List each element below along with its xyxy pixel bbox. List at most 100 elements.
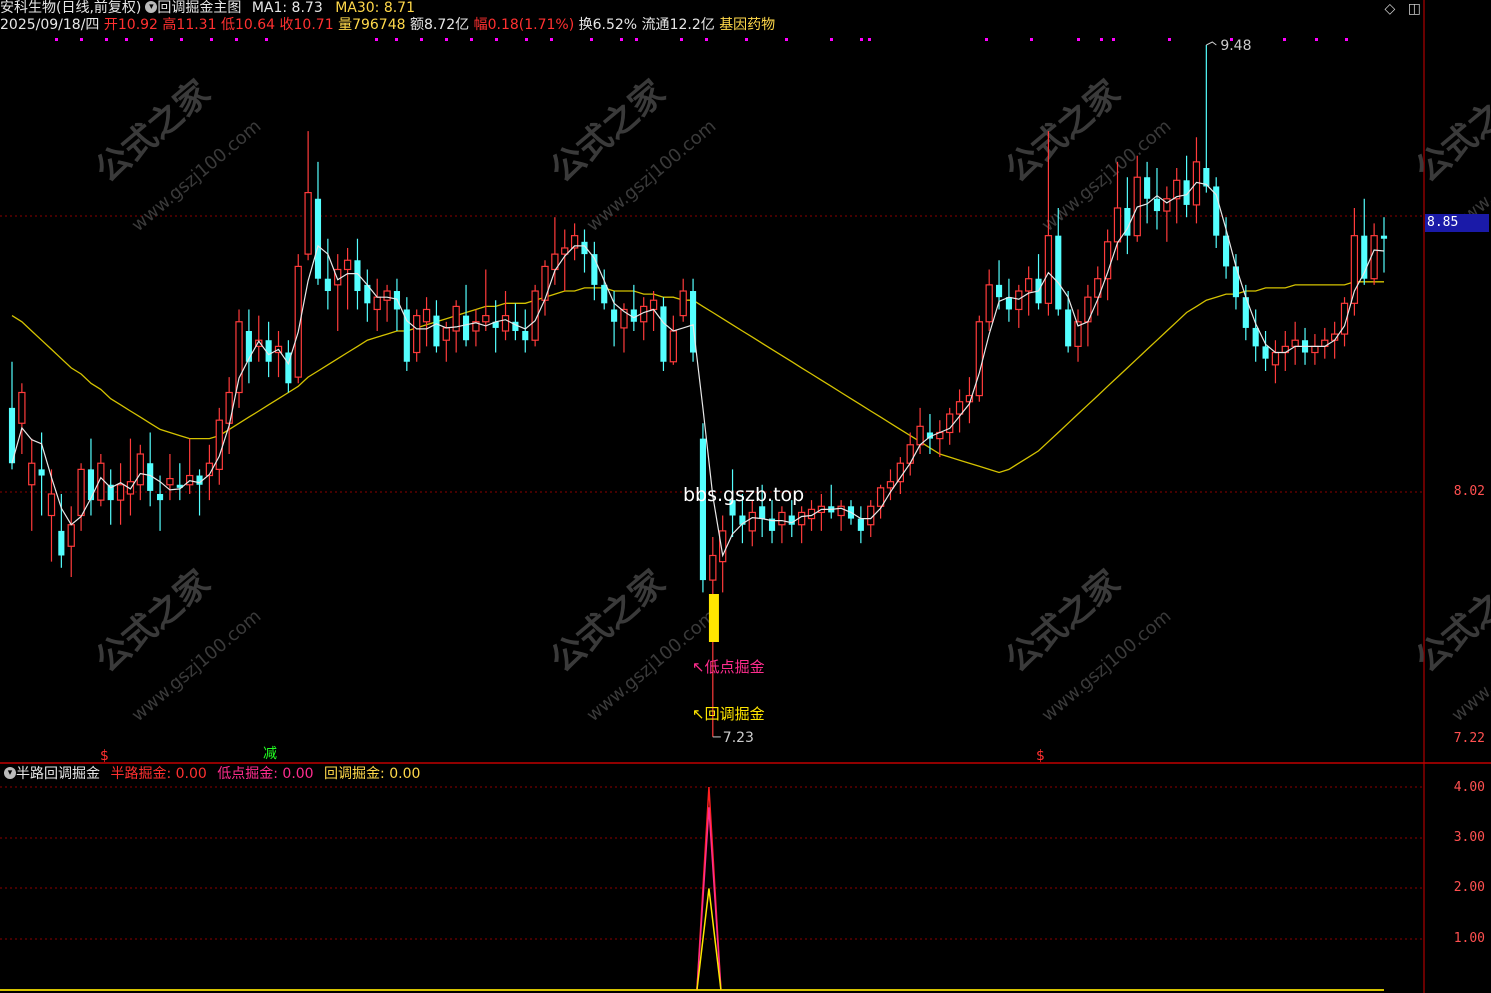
candle-body: [1252, 327, 1259, 347]
indicator-axis-label: 4.00: [1453, 780, 1485, 795]
candle-body: [759, 506, 766, 519]
candle-body: [1271, 351, 1280, 366]
candle-body: [1005, 297, 1012, 310]
candle-body: [876, 487, 885, 507]
candle-body: [669, 330, 677, 363]
candle-body: [58, 530, 65, 556]
indicator-name[interactable]: 半路回调掘金: [16, 766, 100, 782]
line1-label: 半路掘金: [110, 766, 167, 782]
candle-body: [916, 425, 924, 446]
signal-dot: [265, 38, 268, 41]
signal-dot: [705, 38, 708, 41]
signal-dot: [80, 38, 83, 41]
candle-body: [235, 321, 243, 394]
candle-body: [116, 484, 125, 501]
candle-body: [837, 505, 845, 517]
price-chart[interactable]: 公式之家www.gszj100.com 公式之家www.gszj100.com 公式…: [0, 0, 1491, 993]
candle-body: [245, 330, 252, 362]
s-marker: $: [100, 748, 109, 764]
line3-value: : 0.00: [380, 766, 421, 782]
signal-dot: [1283, 38, 1286, 41]
signal-dot: [445, 38, 448, 41]
candle-body: [1153, 198, 1161, 212]
candle-body: [1015, 290, 1023, 311]
candle-body: [47, 493, 56, 517]
candle-body: [1291, 339, 1299, 347]
candle-body: [1144, 177, 1151, 199]
candle-body: [136, 453, 144, 486]
high-mark-label: 9.48: [1220, 38, 1251, 54]
candle-body: [748, 511, 756, 532]
candle-body: [77, 468, 85, 517]
candle-body: [1380, 235, 1388, 239]
candle-body: [788, 515, 795, 525]
candle-body: [383, 290, 391, 301]
indicator-axis-label: 1.00: [1453, 931, 1485, 946]
signal-pullback-label: ↖回调掘金: [692, 705, 765, 723]
candle-body: [1370, 235, 1378, 280]
line2-value: : 0.00: [273, 766, 314, 782]
signal-dot: [55, 38, 58, 41]
candle-body: [343, 259, 352, 271]
signal-low-label: ↖低点掘金: [692, 658, 765, 676]
watermark-text: 公式之家: [1408, 73, 1491, 191]
candle-body: [1232, 266, 1240, 298]
candle-body: [304, 192, 312, 255]
signal-dot: [470, 38, 473, 41]
candle-body: [995, 284, 1003, 298]
signal-dot: [985, 38, 988, 41]
candle-body: [709, 554, 717, 581]
candle-body: [601, 284, 608, 304]
signal-dot: [420, 38, 423, 41]
candle-body: [1113, 207, 1122, 243]
candle-body: [1044, 235, 1053, 304]
signal-dot: [1345, 38, 1348, 41]
signal-dot: [745, 38, 748, 41]
candle-body: [442, 327, 450, 341]
candle-body: [975, 321, 983, 397]
price-axis-label: 7.22: [1453, 731, 1485, 746]
signal-dot: [395, 38, 398, 41]
candle-body: [373, 296, 381, 311]
signal-dot: [150, 38, 153, 41]
candle-body: [215, 419, 223, 470]
signal-dot: [1168, 38, 1171, 41]
indicator-header: ▾ 半路回调掘金 半路掘金: 0.00 低点掘金: 0.00 回调掘金: 0.00: [0, 766, 420, 782]
s-marker: $: [1036, 748, 1045, 764]
high-mark-arrow: [1206, 41, 1217, 46]
signal-dot: [860, 38, 863, 41]
candle-body: [857, 518, 864, 531]
signal-dot: [620, 38, 623, 41]
candle-body: [462, 315, 470, 341]
candle-body: [699, 438, 706, 581]
low-mark-label: 7.23: [723, 730, 754, 746]
candle-body: [679, 290, 687, 317]
line2-label: 低点掘金: [217, 766, 274, 782]
signal-dot: [210, 38, 213, 41]
candle-body: [985, 284, 993, 323]
reduce-marker: 减: [263, 746, 277, 762]
indicator-axis-label: 3.00: [1453, 830, 1485, 845]
candle-body: [955, 401, 964, 415]
candle-body: [87, 469, 95, 501]
signal-dot: [635, 38, 638, 41]
signal-dot: [1100, 38, 1103, 41]
candle-body: [522, 330, 529, 341]
candle-body: [28, 462, 36, 486]
signal-dot: [105, 38, 108, 41]
candle-body: [649, 299, 658, 311]
signal-dot: [125, 38, 128, 41]
indicator-dropdown-icon[interactable]: ▾: [4, 767, 16, 779]
signal-dot: [180, 38, 183, 41]
signal-dot: [525, 38, 528, 41]
signal-dot: [495, 38, 498, 41]
signal-dot: [1077, 38, 1080, 41]
candle-body: [18, 391, 26, 424]
candle-body: [482, 315, 490, 323]
signal-dot: [785, 38, 788, 41]
candle-body: [1055, 235, 1062, 310]
price-axis-label: 8.02: [1453, 484, 1485, 499]
indicator-axis-label: 2.00: [1453, 880, 1485, 895]
candle-body: [778, 511, 786, 526]
signal-dot: [375, 38, 378, 41]
